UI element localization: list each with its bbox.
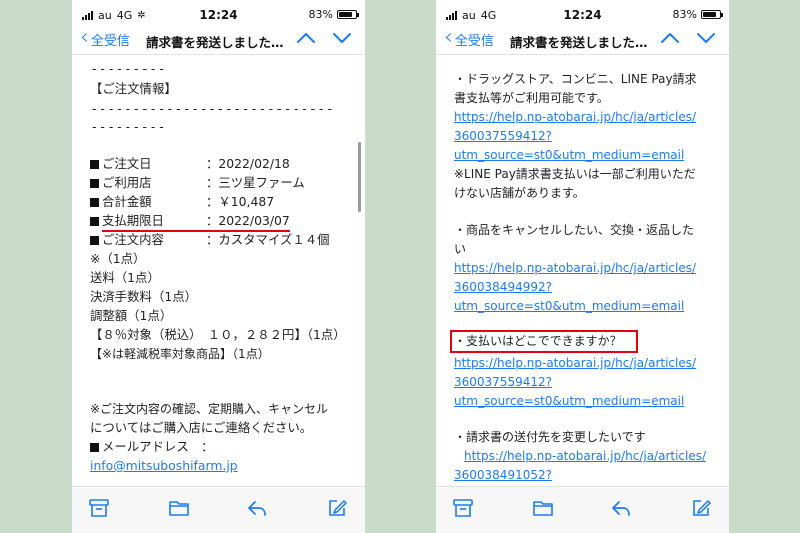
- bullet-icon: [90, 236, 99, 245]
- previous-mail-button[interactable]: [295, 27, 321, 51]
- bullet-icon: [90, 217, 99, 226]
- bottom-toolbar: [436, 486, 729, 533]
- back-button[interactable]: ‹ 全受信: [444, 25, 494, 50]
- archive-icon: [89, 499, 109, 517]
- order-date-row: ご注文日: [90, 155, 152, 173]
- payment-location-question: ・支払いはどこでできますか？: [454, 334, 622, 348]
- reply-icon: [612, 501, 630, 516]
- nav-bar: ‹ 全受信 請求書を発送しました…: [72, 25, 365, 55]
- chevron-down-icon: [697, 33, 715, 43]
- reply-button[interactable]: [246, 497, 272, 521]
- reply-button[interactable]: [610, 497, 636, 521]
- help-link-cancel[interactable]: 360038494992?: [454, 278, 552, 296]
- divider-dashes: - - - - - - - - - - - - - - - - - - - - …: [92, 101, 332, 116]
- scrollbar[interactable]: [358, 142, 361, 212]
- bullet-icon: [90, 443, 99, 452]
- mail-screen-right: au 4G 12:24 83% ‹ 全受信 請求書を発送しました… ・ドラッグス…: [436, 0, 729, 533]
- compose-button[interactable]: [690, 497, 716, 521]
- chevron-left-icon: ‹: [444, 25, 453, 50]
- contents-value: ：カスタマイズ１４個: [206, 232, 330, 247]
- address-change-question: ・請求書の送付先を変更したいです: [454, 430, 646, 444]
- move-folder-button[interactable]: [532, 497, 558, 521]
- mail-subject-title: 請求書を発送しました…: [510, 35, 648, 50]
- chevron-up-icon: [661, 33, 679, 43]
- chevron-up-icon: [297, 33, 315, 43]
- total-row: 合計金額: [90, 193, 152, 211]
- battery-icon: [701, 10, 723, 19]
- confirm-note: ※ご注文内容の確認、定期購入、キャンセル: [90, 402, 329, 416]
- payment-methods-text: 書支払等がご利用可能です。: [454, 91, 609, 105]
- divider-dashes: - - - - - - - - -: [92, 119, 164, 134]
- confirm-note: についてはご購入店にご連絡ください。: [90, 420, 313, 435]
- shipping-line: 送料（1点）: [90, 270, 160, 285]
- store-value: ：三ツ星ファーム: [206, 175, 305, 190]
- folder-icon: [169, 501, 189, 516]
- help-link-payment-location[interactable]: utm_source=st0&utm_medium=email: [454, 392, 684, 410]
- deadline-value: ：2022/03/07: [206, 213, 290, 228]
- help-link-cancel[interactable]: utm_source=st0&utm_medium=email: [454, 297, 684, 315]
- move-folder-button[interactable]: [168, 497, 194, 521]
- folder-icon: [533, 501, 553, 516]
- cancel-question: い: [454, 242, 467, 256]
- reply-icon: [248, 501, 266, 516]
- help-link-payment-location[interactable]: https://help.np-atobarai.jp/hc/ja/articl…: [454, 354, 696, 372]
- cancel-question: ・商品をキャンセルしたい、交換・返品した: [454, 223, 695, 237]
- previous-mail-button[interactable]: [659, 27, 685, 51]
- archive-button[interactable]: [88, 497, 114, 521]
- divider-dashes: - - - - - - - - -: [92, 61, 164, 76]
- bullet-icon: [90, 160, 99, 169]
- status-bar: au 4G 12:24 83%: [436, 0, 729, 30]
- fee-line: 決済手数料（1点）: [90, 289, 198, 304]
- payment-methods-text: ・ドラッグストア、コンビニ、LINE Pay請求: [454, 72, 697, 86]
- mail-screen-left: au 4G ✲ 12:24 83% ‹ 全受信 請求書を発送しました… - - …: [72, 0, 365, 533]
- total-value: ：￥10,487: [206, 194, 275, 209]
- mail-body: ・ドラッグストア、コンビニ、LINE Pay請求 書支払等がご利用可能です。 h…: [436, 60, 729, 487]
- reduced-tax-line: 【※は軽減税率対象商品】（1点）: [90, 347, 270, 361]
- compose-icon: [693, 500, 711, 516]
- adjust-line: 調整額（1点）: [90, 308, 173, 323]
- back-label: 全受信: [90, 34, 130, 49]
- help-link-cancel[interactable]: https://help.np-atobarai.jp/hc/ja/articl…: [454, 259, 696, 277]
- nav-bar: ‹ 全受信 請求書を発送しました…: [436, 25, 729, 55]
- next-mail-button[interactable]: [695, 27, 721, 51]
- battery-percent: 83%: [672, 8, 697, 21]
- back-label: 全受信: [454, 34, 494, 49]
- next-mail-button[interactable]: [331, 27, 357, 51]
- line-pay-note: ※LINE Pay請求書支払いは一部ご利用いただ: [454, 167, 696, 181]
- help-link-payment-methods[interactable]: 360037559412?: [454, 127, 552, 145]
- help-link-address-change[interactable]: https://help.np-atobarai.jp/hc/ja/articl…: [464, 447, 706, 465]
- compose-icon: [329, 500, 347, 516]
- deadline-row: 支払期限日: [90, 212, 164, 230]
- help-link-address-change[interactable]: 360038491052?: [454, 466, 552, 484]
- archive-button[interactable]: [452, 497, 478, 521]
- section-header: 【ご注文情報】: [90, 81, 177, 96]
- order-date-value: ：2022/02/18: [206, 156, 290, 171]
- chevron-left-icon: ‹: [80, 25, 89, 50]
- mail-address-row: メールアドレス ：: [90, 438, 214, 456]
- mail-subject-title: 請求書を発送しました…: [146, 35, 284, 50]
- compose-button[interactable]: [326, 497, 352, 521]
- help-link-payment-methods[interactable]: utm_source=st0&utm_medium=email: [454, 146, 684, 164]
- battery-percent: 83%: [308, 8, 333, 21]
- archive-icon: [453, 499, 473, 517]
- mail-address-link[interactable]: info@mitsuboshifarm.jp: [90, 457, 238, 475]
- line-pay-note: けない店舗があります。: [454, 186, 585, 200]
- help-link-payment-methods[interactable]: https://help.np-atobarai.jp/hc/ja/articl…: [454, 108, 696, 126]
- back-button[interactable]: ‹ 全受信: [80, 25, 130, 50]
- chevron-down-icon: [333, 33, 351, 43]
- status-bar: au 4G ✲ 12:24 83%: [72, 0, 365, 30]
- item-note: ※（1点）: [90, 251, 146, 266]
- contents-row: ご注文内容: [90, 231, 164, 249]
- bullet-icon: [90, 198, 99, 207]
- bottom-toolbar: [72, 486, 365, 533]
- bullet-icon: [90, 179, 99, 188]
- help-link-payment-location[interactable]: 360037559412?: [454, 373, 552, 391]
- store-row: ご利用店: [90, 174, 152, 192]
- mail-body: - - - - - - - - - 【ご注文情報】 - - - - - - - …: [72, 60, 365, 487]
- tax-line: 【８％対象（税込） １０，２８２円】（1点）: [90, 327, 346, 342]
- battery-icon: [337, 10, 359, 19]
